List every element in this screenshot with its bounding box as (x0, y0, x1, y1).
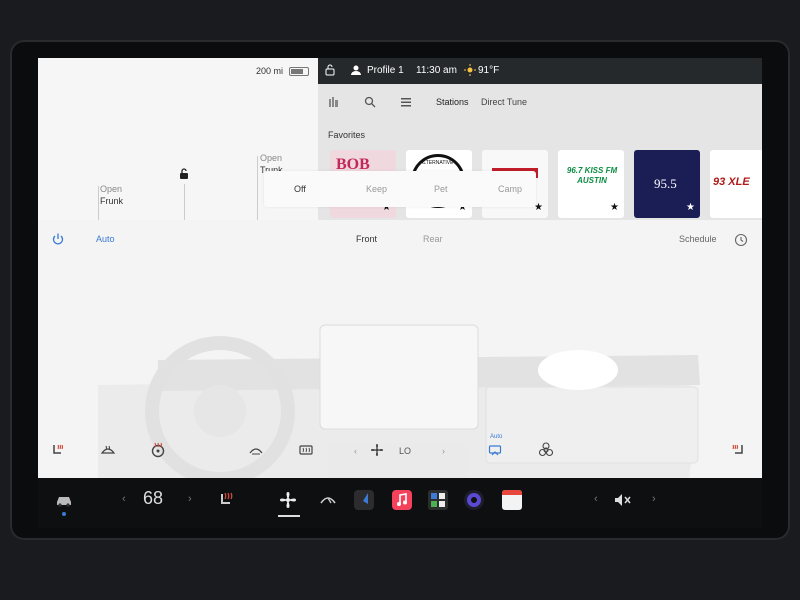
auto-climate-button[interactable]: Auto (96, 234, 115, 244)
station-tile[interactable]: 96.7 KISS FM AUSTIN ★ (558, 150, 624, 218)
climate-keeper-pet[interactable]: Pet (434, 184, 448, 194)
rear-defrost-icon[interactable] (298, 442, 314, 458)
car-outline (257, 156, 258, 220)
battery-fill (291, 69, 303, 74)
toybox-app-icon[interactable] (428, 490, 448, 510)
airflow-icon[interactable] (488, 443, 502, 457)
search-icon[interactable] (364, 96, 376, 108)
profile-icon[interactable] (350, 64, 362, 76)
seat-heater-icon[interactable] (216, 490, 236, 510)
tab-front[interactable]: Front (356, 234, 377, 244)
status-bar: Profile 1 11:30 am 91°F (318, 58, 762, 84)
frunk-action: Open (100, 184, 123, 194)
car-outline (98, 186, 99, 220)
fan-speed-level: LO (399, 446, 412, 456)
apps-grid-icon (431, 493, 445, 507)
clock-icon[interactable] (734, 233, 748, 247)
station-tile[interactable]: 95.5 ★ (634, 150, 700, 218)
front-defrost-icon[interactable] (100, 442, 116, 458)
navigation-arrow-icon (360, 493, 368, 506)
favorites-heading: Favorites (328, 130, 366, 140)
clock-time: 11:30 am (416, 65, 457, 76)
battery-icon (289, 67, 309, 76)
touchscreen: 200 mi Open Frunk Open Trunk Profile 1 1… (38, 58, 762, 528)
favorite-star-icon[interactable]: ★ (686, 202, 695, 213)
power-icon[interactable] (51, 232, 65, 246)
volume-increase-button[interactable]: › (652, 493, 656, 505)
fan-increase-button[interactable]: › (442, 446, 445, 456)
navigation-app-icon[interactable] (354, 490, 374, 510)
windshield-icon[interactable] (318, 490, 338, 510)
climate-control-panel: Auto Front Rear Schedule ‹ LO › Auto (38, 220, 762, 478)
driver-seat-heater-icon[interactable] (50, 442, 66, 458)
station-name: ALTERNATIVE (420, 160, 454, 166)
car-outline (184, 184, 185, 220)
music-app-icon[interactable] (392, 490, 412, 510)
tab-rear[interactable]: Rear (423, 234, 443, 244)
camera-app-icon[interactable] (464, 490, 484, 510)
steering-wheel-heater-icon[interactable] (150, 442, 166, 458)
temp-increase-button[interactable]: › (188, 493, 192, 505)
fan-icon[interactable] (370, 443, 384, 457)
bottom-dock: ‹ 68 › ‹ › (38, 478, 762, 528)
temp-decrease-button[interactable]: ‹ (122, 493, 126, 505)
fan-climate-icon[interactable] (278, 490, 298, 510)
bioweapon-defense-icon[interactable] (538, 442, 554, 458)
climate-keeper-keep[interactable]: Keep (366, 184, 387, 194)
open-frunk-button[interactable]: Open Frunk (100, 183, 123, 207)
airflow-auto-label: Auto (490, 434, 503, 440)
favorite-star-icon[interactable]: ★ (610, 202, 619, 213)
camera-lens-icon (467, 493, 481, 507)
lock-status-icon[interactable] (324, 64, 336, 76)
range-readout: 200 mi (256, 66, 284, 76)
library-icon[interactable] (328, 96, 340, 108)
tab-stations[interactable]: Stations (436, 97, 469, 107)
unlock-icon[interactable] (178, 168, 190, 180)
cabin-temperature: 68 (143, 488, 164, 508)
station-name: 93 XLE (713, 176, 750, 188)
outside-temperature: 91°F (478, 65, 500, 76)
calendar-header (502, 490, 522, 495)
fan-decrease-button[interactable]: ‹ (354, 446, 357, 456)
station-tile[interactable]: 93 XLE (710, 150, 762, 218)
passenger-seat-heater-icon[interactable] (730, 442, 746, 458)
wiper-defrost-icon[interactable] (248, 442, 264, 458)
volume-mute-icon[interactable] (612, 490, 632, 510)
climate-keeper-selector: Off Keep Pet Camp (264, 171, 536, 207)
calendar-app-icon[interactable] (502, 490, 522, 510)
tab-direct-tune[interactable]: Direct Tune (481, 97, 527, 107)
volume-decrease-button[interactable]: ‹ (594, 493, 598, 505)
menu-icon[interactable] (400, 96, 412, 108)
car-icon[interactable] (54, 490, 74, 510)
sun-icon (464, 64, 476, 76)
car-indicator-dot (62, 512, 66, 516)
frunk-label: Frunk (100, 196, 124, 206)
profile-name[interactable]: Profile 1 (367, 65, 404, 76)
trunk-action: Open (260, 153, 283, 163)
climate-keeper-off[interactable]: Off (294, 184, 306, 194)
dashboard-illustration (98, 324, 700, 478)
music-note-icon (397, 493, 407, 506)
climate-keeper-camp[interactable]: Camp (498, 184, 522, 194)
active-indicator (278, 515, 300, 517)
station-name: 96.7 KISS FM AUSTIN (566, 166, 618, 185)
station-name: 95.5 (654, 176, 677, 191)
schedule-button[interactable]: Schedule (679, 234, 717, 244)
